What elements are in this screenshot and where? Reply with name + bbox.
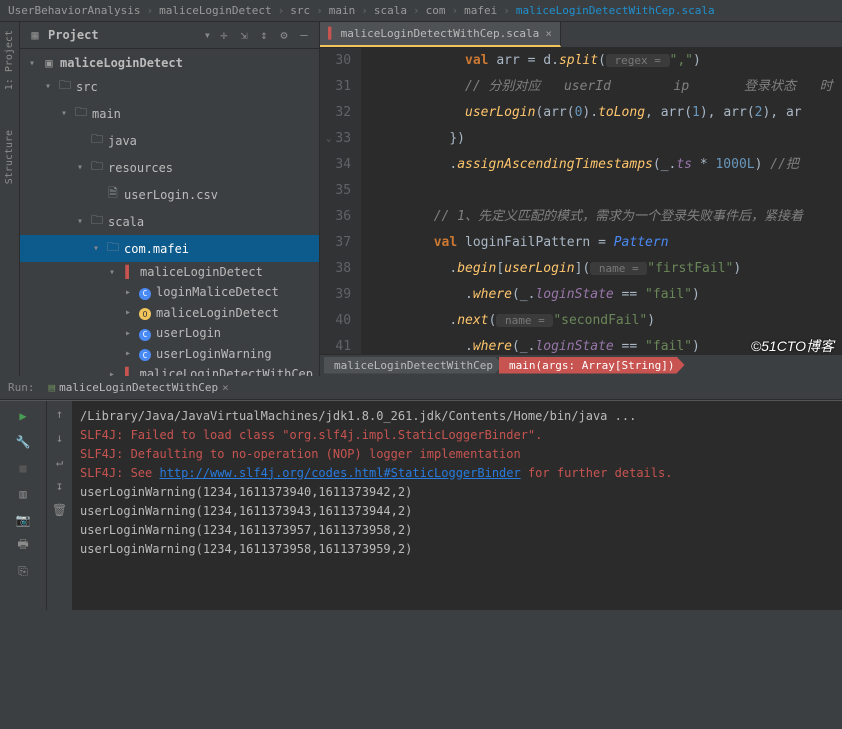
project-icon: ▦ [28,28,42,42]
run-header: Run: ▤ maliceLoginDetectWithCep × [0,376,842,400]
tool-window-stripe: 1: Project Structure [0,22,20,376]
run-tab[interactable]: ▤ maliceLoginDetectWithCep × [43,379,235,396]
stop-disabled-icon: ■ [14,459,32,477]
run-config-icon: ▤ [49,381,56,394]
breadcrumb-item[interactable]: scala [374,4,407,17]
clear-icon[interactable]: 🗑 [52,503,67,517]
breadcrumb-item[interactable]: mafei [464,4,497,17]
run-label: Run: [8,381,35,394]
tree-item[interactable]: ▾🗀src [20,73,319,100]
scala-icon: ▌ [328,27,335,40]
down-icon[interactable]: ↓ [56,431,63,445]
console[interactable]: /Library/Java/JavaVirtualMachines/jdk1.8… [72,401,842,610]
locate-icon[interactable]: ✛ [217,28,231,42]
run-tab-label: maliceLoginDetectWithCep [59,381,218,394]
tree-item[interactable]: ▾▣maliceLoginDetect [20,53,319,73]
project-tree[interactable]: ▾▣maliceLoginDetect▾🗀src▾🗀main🗀java▾🗀res… [20,49,319,376]
wrap-icon[interactable]: ↵ [56,455,63,469]
dump-icon[interactable]: 📷 [14,511,32,529]
hide-icon[interactable]: — [297,28,311,42]
bc-method[interactable]: main(args: Array[String]) [499,357,685,374]
tree-item[interactable]: 🗎userLogin.csv [20,181,319,208]
exit-icon[interactable]: ⎘ [14,563,32,581]
close-icon[interactable]: × [222,381,229,394]
collapse-icon[interactable]: ⇲ [237,28,251,42]
tab-label: maliceLoginDetectWithCep.scala [341,27,540,40]
editor-breadcrumb: maliceLoginDetectWithCep main(args: Arra… [320,354,842,376]
code[interactable]: val arr = d.split( regex = ",") // 分别对应 … [361,48,842,354]
tree-item[interactable]: ▸OmaliceLoginDetect [20,303,319,324]
tree-item[interactable]: ▾🗀resources [20,154,319,181]
layout-icon[interactable]: ▥ [14,485,32,503]
breadcrumb-item[interactable]: main [329,4,356,17]
tree-item[interactable]: ▾🗀com.mafei [20,235,319,262]
gear-icon[interactable]: ⚙ [277,28,291,42]
breadcrumb-item[interactable]: com [426,4,446,17]
editor: ▌ maliceLoginDetectWithCep.scala × 30313… [320,22,842,376]
breadcrumb: UserBehaviorAnalysis›maliceLoginDetect›s… [0,0,842,22]
tree-item[interactable]: ▸CuserLogin [20,323,319,344]
print-icon[interactable]: 🖶 [14,537,32,555]
tab-file[interactable]: ▌ maliceLoginDetectWithCep.scala × [320,22,561,47]
tree-item[interactable]: ▾🗀scala [20,208,319,235]
code-area[interactable]: 303132⌄3334353637383940414243444546 val … [320,48,842,354]
project-panel-header: ▦ Project ▾ ✛ ⇲ ↕ ⚙ — [20,22,319,49]
dropdown-icon[interactable]: ▾ [204,28,211,42]
tree-item[interactable]: ▾🗀main [20,100,319,127]
breadcrumb-item[interactable]: UserBehaviorAnalysis [8,4,140,17]
bc-class[interactable]: maliceLoginDetectWithCep [324,357,503,374]
settings-icon[interactable]: 🔧 [14,433,32,451]
breadcrumb-item[interactable]: maliceLoginDetect [159,4,272,17]
structure-tool-label[interactable]: Structure [4,130,15,184]
project-tool-label[interactable]: 1: Project [4,30,15,90]
close-icon[interactable]: × [545,27,552,40]
scroll-icon[interactable]: ↧ [56,479,63,493]
tree-item[interactable]: ▸▌maliceLoginDetectWithCep [20,364,319,376]
run-toolbar: ▶ 🔧 ■ ▥ 📷 🖶 ⎘ [0,401,46,610]
breadcrumb-item[interactable]: src [290,4,310,17]
tree-item[interactable]: 🗀java [20,127,319,154]
breadcrumb-item[interactable]: maliceLoginDetectWithCep.scala [516,4,715,17]
expand-icon[interactable]: ↕ [257,28,271,42]
tree-item[interactable]: ▸CuserLoginWarning [20,344,319,365]
gutter: 303132⌄3334353637383940414243444546 [320,48,361,354]
run-panel: Run: ▤ maliceLoginDetectWithCep × ▶ 🔧 ■ … [0,376,842,729]
project-panel: ▦ Project ▾ ✛ ⇲ ↕ ⚙ — ▾▣maliceLoginDetec… [20,22,320,376]
run-toolbar-2: ↑ ↓ ↵ ↧ 🗑 [46,401,72,610]
up-icon[interactable]: ↑ [56,407,63,421]
tree-item[interactable]: ▾▌maliceLoginDetect [20,262,319,282]
tree-item[interactable]: ▸CloginMaliceDetect [20,282,319,303]
project-title: Project [48,28,198,42]
watermark: ©51CTO博客 [751,336,834,356]
rerun-icon[interactable]: ▶ [14,407,32,425]
editor-tabs: ▌ maliceLoginDetectWithCep.scala × [320,22,842,48]
